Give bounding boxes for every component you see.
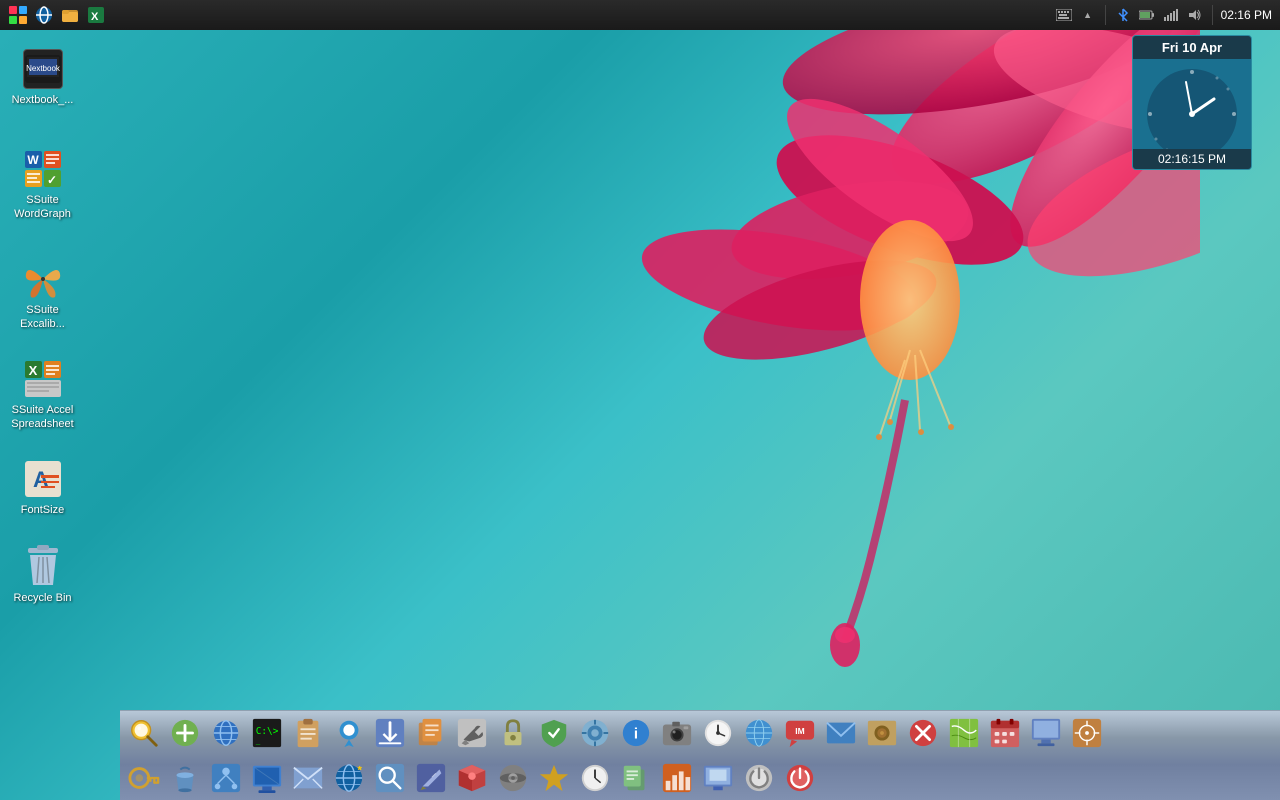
dock-power-icon[interactable] xyxy=(780,758,820,798)
windows-start-button[interactable] xyxy=(8,5,28,25)
dock-calendar-icon[interactable] xyxy=(985,713,1025,753)
clock-time: 02:16:15 PM xyxy=(1133,149,1251,169)
signal-icon xyxy=(1162,6,1180,24)
svg-text:Nextbook: Nextbook xyxy=(26,64,61,73)
wordgraph-label: SSuite WordGraph xyxy=(8,193,78,222)
dock-ie2-icon[interactable]: * xyxy=(329,758,369,798)
dock-email2-icon[interactable] xyxy=(288,758,328,798)
dock-map2-icon[interactable] xyxy=(944,713,984,753)
dock-bucket-icon[interactable] xyxy=(165,758,205,798)
dock-clipboard-icon[interactable] xyxy=(288,713,328,753)
dock-mail-icon[interactable] xyxy=(821,713,861,753)
wallpaper-flower xyxy=(300,0,1200,700)
dock-globe-browse-icon[interactable] xyxy=(206,713,246,753)
dock-im-icon[interactable]: IM xyxy=(780,713,820,753)
dock-color-icon[interactable] xyxy=(452,758,492,798)
recycle-bin-label: Recycle Bin xyxy=(8,591,78,605)
volume-icon[interactable] xyxy=(1186,6,1204,24)
svg-text:*: * xyxy=(357,764,362,776)
clock-date: Fri 10 Apr xyxy=(1133,36,1251,59)
dock-pen-icon[interactable] xyxy=(411,758,451,798)
excel-taskbar-button[interactable]: X xyxy=(86,5,106,25)
desktop: X ▲ xyxy=(0,0,1280,800)
dock-clock-icon[interactable] xyxy=(698,713,738,753)
dock-display2-icon[interactable] xyxy=(698,758,738,798)
dock-settings-icon[interactable] xyxy=(575,713,615,753)
expand-tray-icon[interactable]: ▲ xyxy=(1079,6,1097,24)
dock-files-icon[interactable] xyxy=(411,713,451,753)
svg-text:X: X xyxy=(28,363,37,378)
svg-text:_: _ xyxy=(256,736,261,745)
accel-label: SSuite Accel Spreadsheet xyxy=(8,403,78,432)
svg-text:W: W xyxy=(27,153,39,167)
dock-row-top: C:\> _ xyxy=(120,711,1280,756)
bluetooth-icon xyxy=(1114,6,1132,24)
ie-taskbar-button[interactable] xyxy=(34,5,54,25)
bottom-dock: C:\> _ xyxy=(120,710,1280,800)
clock-widget: Fri 10 Apr xyxy=(1132,35,1252,170)
dock-add-icon[interactable] xyxy=(165,713,205,753)
dock-disk-icon[interactable] xyxy=(493,758,533,798)
dock-cmd-icon[interactable]: C:\> _ xyxy=(247,713,287,753)
taskbar-top: X ▲ xyxy=(0,0,1280,30)
dock-row-bottom: * xyxy=(120,756,1280,800)
battery-icon xyxy=(1138,6,1156,24)
dock-gps-icon[interactable] xyxy=(1067,713,1107,753)
dock-globe-icon[interactable] xyxy=(739,713,779,753)
nextbook-label: Nextbook_... xyxy=(8,93,78,107)
desktop-icon-fontsize[interactable]: A FontSize xyxy=(5,455,80,521)
dock-star-icon[interactable] xyxy=(534,758,574,798)
dock-remove-icon[interactable] xyxy=(903,713,943,753)
dock-shield-icon[interactable] xyxy=(534,713,574,753)
dock-search3-icon[interactable] xyxy=(370,758,410,798)
dock-chart-icon[interactable] xyxy=(657,758,697,798)
excalib-label: SSuite Excalib... xyxy=(8,303,78,332)
svg-text:X: X xyxy=(91,11,99,23)
svg-text:✓: ✓ xyxy=(46,173,56,187)
keyboard-icon xyxy=(1055,6,1073,24)
dock-lock-icon[interactable] xyxy=(493,713,533,753)
dock-screen-icon[interactable] xyxy=(247,758,287,798)
explorer-taskbar-button[interactable] xyxy=(60,5,80,25)
dock-camera-icon[interactable] xyxy=(657,713,697,753)
dock-key-icon[interactable] xyxy=(124,758,164,798)
dock-download-icon[interactable] xyxy=(370,713,410,753)
fontsize-label: FontSize xyxy=(8,503,78,517)
desktop-icon-nextbook[interactable]: Nextbook Nextbook_... xyxy=(5,45,80,111)
dock-monitor-icon[interactable] xyxy=(1026,713,1066,753)
taskbar-systray: ▲ xyxy=(1047,5,1280,25)
dock-copy2-icon[interactable] xyxy=(616,758,656,798)
dock-map-pin-icon[interactable] xyxy=(329,713,369,753)
system-time: 02:16 PM xyxy=(1221,8,1272,22)
dock-photo-icon[interactable] xyxy=(862,713,902,753)
dock-shutdown-icon[interactable] xyxy=(739,758,779,798)
dock-magnifier-icon[interactable] xyxy=(124,713,164,753)
taskbar-top-left: X xyxy=(0,5,114,25)
svg-text:IM: IM xyxy=(795,726,804,736)
desktop-icon-wordgraph[interactable]: W ✓ SSuite WordGraph xyxy=(5,145,80,226)
dock-network-icon[interactable] xyxy=(206,758,246,798)
svg-text:i: i xyxy=(634,726,638,743)
dock-tools-icon[interactable] xyxy=(452,713,492,753)
desktop-icon-excalib[interactable]: SSuite Excalib... xyxy=(5,255,80,336)
desktop-icon-recycle-bin[interactable]: Recycle Bin xyxy=(5,543,80,609)
desktop-icon-accel[interactable]: X SSuite Accel Spreadsheet xyxy=(5,355,80,436)
svg-text:A: A xyxy=(33,467,49,492)
dock-time2-icon[interactable] xyxy=(575,758,615,798)
dock-info-icon[interactable]: i xyxy=(616,713,656,753)
